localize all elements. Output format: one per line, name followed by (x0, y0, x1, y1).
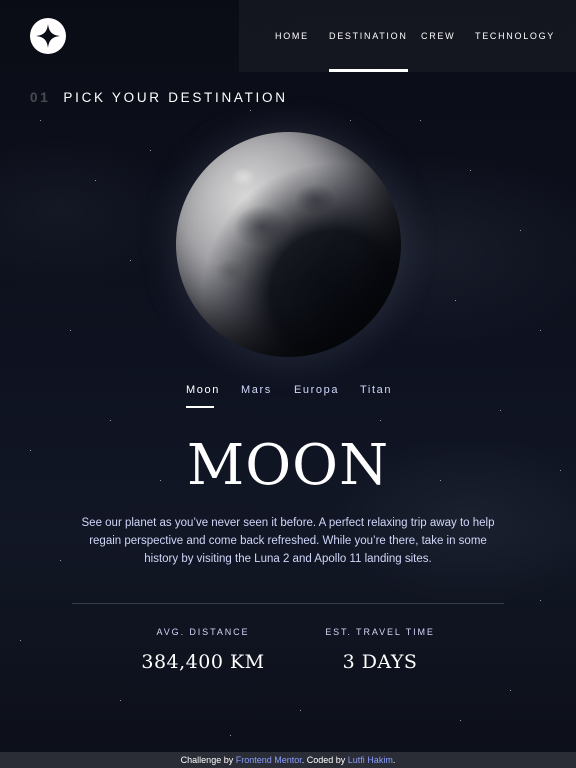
stat-travel-time-label: Est. travel time (325, 627, 435, 637)
tab-mars[interactable]: Mars (241, 384, 270, 408)
nav-item-crew[interactable]: Crew (421, 0, 455, 72)
tab-moon[interactable]: Moon (186, 384, 218, 408)
nav-item-home[interactable]: Home (275, 0, 309, 72)
footer-suffix: . (392, 755, 396, 765)
footer-prefix: Challenge by (180, 755, 236, 765)
destination-name: MOON (186, 433, 390, 498)
nav-item-technology[interactable]: Technology (475, 0, 555, 72)
stat-distance-label: Avg. distance (156, 627, 250, 637)
footer-middle: . Coded by (301, 755, 348, 765)
divider (72, 603, 504, 604)
tab-titan[interactable]: Titan (360, 384, 390, 408)
nav-item-destination[interactable]: Destination (329, 0, 408, 72)
attribution-footer: Challenge by Frontend Mentor. Coded by L… (0, 752, 576, 768)
footer-link-author[interactable]: Lutfi Hakim (348, 755, 393, 765)
main-nav: Home Destination Crew Technology (239, 0, 576, 72)
four-point-star-icon (36, 24, 60, 48)
destination-description: See our planet as you’ve never seen it b… (81, 517, 495, 565)
page-title-text: Pick your destination (63, 90, 288, 105)
moon-image (176, 132, 401, 357)
page-title-number: 01 (30, 90, 51, 105)
stat-travel-time: Est. travel time 3 days (290, 624, 470, 673)
stat-distance: Avg. distance 384,400 km (113, 624, 293, 673)
logo[interactable] (30, 18, 66, 54)
stat-travel-time-value: 3 days (342, 651, 418, 673)
tab-europa[interactable]: Europa (294, 384, 337, 408)
footer-link-frontend-mentor[interactable]: Frontend Mentor (236, 755, 302, 765)
stat-distance-value: 384,400 km (141, 651, 265, 673)
page-title: 01 Pick your destination (30, 90, 288, 105)
